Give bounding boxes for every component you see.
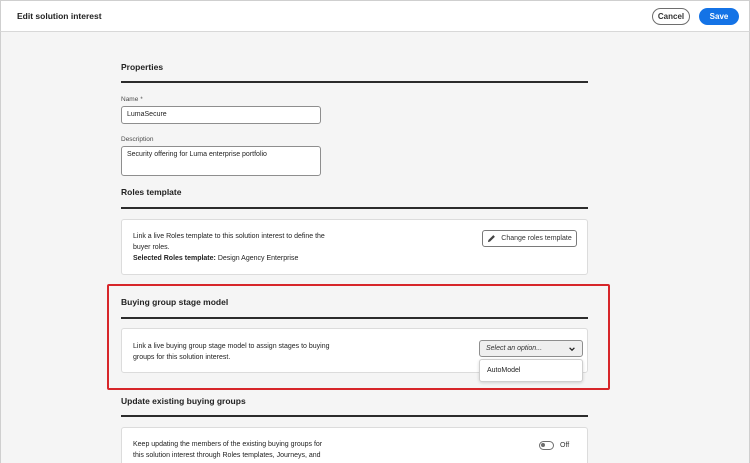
- change-roles-template-label: Change roles template: [501, 235, 572, 242]
- toggle-knob: [541, 443, 545, 447]
- update-buying-groups-text-line1: Keep updating the members of the existin…: [133, 441, 323, 448]
- name-label-text: Name: [121, 96, 139, 103]
- required-mark: *: [140, 97, 143, 103]
- top-bar: Edit solution interest Cancel Save: [0, 0, 750, 32]
- update-buying-groups-description: Keep updating the members of the existin…: [133, 439, 353, 461]
- update-buying-groups-divider: [121, 415, 588, 417]
- chevron-down-icon: [569, 347, 575, 352]
- update-buying-groups-text-line2: this solution interest through Roles tem…: [133, 452, 321, 459]
- roles-template-section-title: Roles template: [121, 187, 182, 197]
- properties-section-title: Properties: [121, 62, 164, 72]
- update-buying-groups-toggle[interactable]: [539, 441, 554, 450]
- update-buying-groups-section-title: Update existing buying groups: [121, 396, 246, 406]
- roles-template-description: Link a live Roles template to this solut…: [133, 231, 338, 264]
- change-roles-template-button[interactable]: Change roles template: [482, 230, 577, 247]
- name-input[interactable]: LumaSecure: [121, 106, 321, 124]
- roles-template-text-line2: buyer roles.: [133, 244, 170, 251]
- update-buying-groups-card: Keep updating the members of the existin…: [121, 427, 588, 463]
- save-button[interactable]: Save: [699, 8, 739, 25]
- toggle-state-label: Off: [560, 442, 570, 449]
- stage-model-select[interactable]: Select an option...: [479, 340, 583, 357]
- selected-roles-template-value: Design Agency Enterprise: [217, 255, 299, 262]
- selected-roles-template-label: Selected Roles template:: [133, 255, 216, 262]
- pencil-icon: [488, 235, 496, 243]
- cancel-button[interactable]: Cancel: [652, 8, 690, 25]
- dropdown-option-automodel[interactable]: AutoModel: [487, 367, 520, 374]
- description-textarea[interactable]: Security offering for Luma enterprise po…: [121, 146, 321, 176]
- roles-template-text-line1: Link a live Roles template to this solut…: [133, 233, 325, 240]
- selected-roles-template: Selected Roles template: Design Agency E…: [133, 253, 338, 264]
- name-label: Name *: [121, 96, 143, 103]
- properties-divider: [121, 81, 588, 83]
- stage-model-dropdown-menu: AutoModel: [479, 359, 583, 382]
- page-title: Edit solution interest: [17, 11, 102, 21]
- stage-model-select-placeholder: Select an option...: [486, 345, 543, 352]
- roles-template-divider: [121, 207, 588, 209]
- roles-template-card: Link a live Roles template to this solut…: [121, 219, 588, 275]
- description-label: Description: [121, 136, 154, 143]
